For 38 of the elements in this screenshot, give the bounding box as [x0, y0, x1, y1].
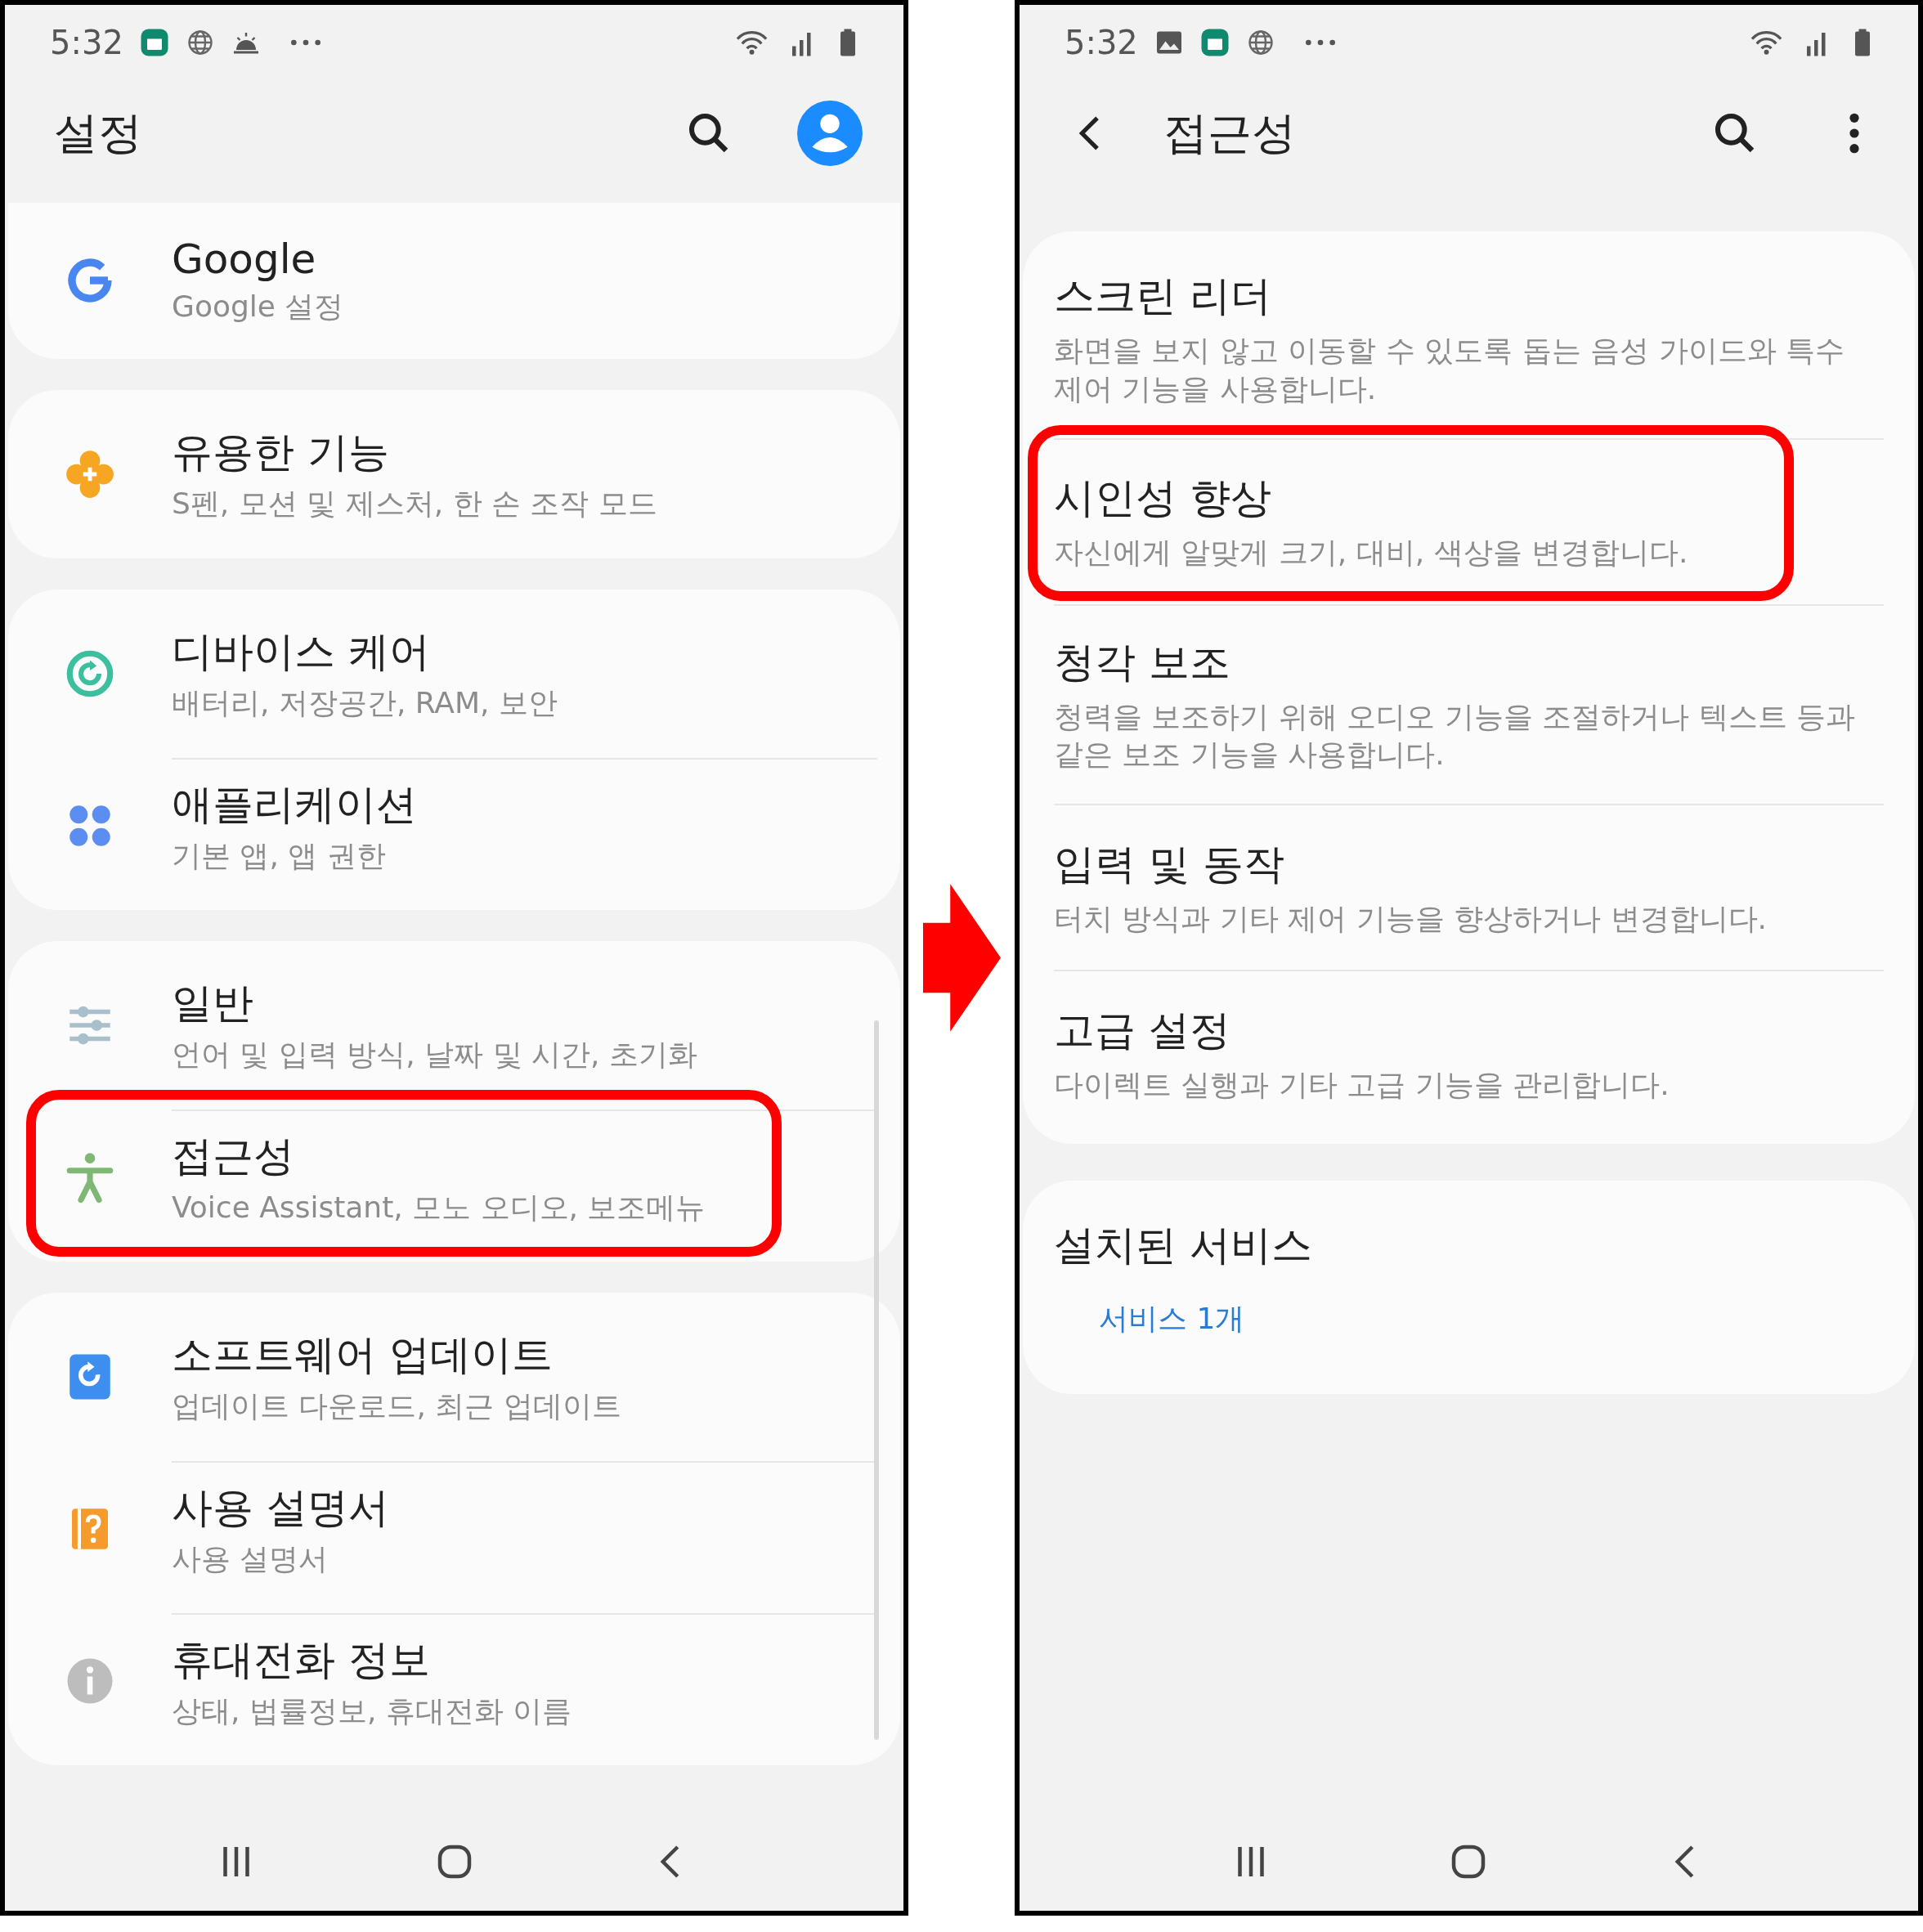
item-status: 서비스 1개 [1097, 1300, 1246, 1337]
item-title[interactable]: 고급 설정 [1053, 1002, 1230, 1058]
arrow-icon [922, 882, 1001, 1033]
item-title[interactable]: 휴대전화 정보 [172, 1632, 430, 1688]
item-description: 화면을 보지 않고 이동할 수 있도록 돕는 음성 가이드와 특수 제어 기능을 사용합니다. [1053, 333, 1845, 407]
item-description: 사용 설명서 [172, 1540, 329, 1577]
item-description: 자신에게 알맞게 크기, 대비, 색상을 변경합니다. [1053, 535, 1688, 572]
item-title[interactable]: 사용 설명서 [172, 1480, 389, 1535]
item-title[interactable]: 디바이스 케어 [172, 624, 430, 679]
item-title[interactable]: 청각 보조 [1053, 634, 1230, 690]
item-description: 청력을 보조하기 위해 오디오 기능을 조절하거나 텍스트 등과 같은 보조 기능을 사용합니다. [1053, 698, 1857, 773]
calendar-icon [1199, 28, 1230, 57]
item-title[interactable]: Google [172, 235, 316, 283]
item-description: 업데이트 다운로드, 최근 업데이트 [172, 1387, 621, 1424]
item-title[interactable]: 접근성 [172, 1128, 294, 1184]
status-time: 5:32 [1064, 24, 1138, 61]
item-title[interactable]: 일반 [172, 975, 253, 1031]
item-description: 다이렉트 실행과 기타 고급 기능을 관리합니다. [1053, 1066, 1670, 1103]
item-description: Google 설정 [172, 289, 344, 325]
item-description: S펜, 모션 및 제스처, 한 손 조작 모드 [172, 485, 657, 522]
item-description: 상태, 법률정보, 휴대전화 이름 [172, 1692, 572, 1729]
screen-title: 접근성 [1163, 105, 1296, 160]
item-description: Voice Assistant, 모노 오디오, 보조메뉴 [172, 1189, 706, 1226]
item-title[interactable]: 입력 및 동작 [1053, 836, 1284, 892]
item-title[interactable]: 스크린 리더 [1053, 269, 1271, 324]
item-title[interactable]: 애플리케이션 [172, 777, 417, 832]
item-title[interactable]: 시인성 향상 [1053, 471, 1271, 527]
item-description: 터치 방식과 기타 제어 기능을 향상하거나 변경합니다. [1053, 900, 1768, 937]
profile-avatar-icon[interactable] [797, 101, 863, 166]
status-time: 5:32 [50, 24, 123, 61]
item-title[interactable]: 소프트웨어 업데이트 [172, 1327, 553, 1383]
item-description: 언어 및 입력 방식, 날짜 및 시간, 초기화 [172, 1036, 697, 1073]
item-description: 배터리, 저장공간, RAM, 보안 [172, 684, 558, 721]
screen-title: 설정 [54, 105, 142, 160]
item-title[interactable]: 설치된 서비스 [1053, 1218, 1312, 1274]
item-description: 기본 앱, 앱 권한 [172, 837, 386, 874]
item-title[interactable]: 유용한 기능 [172, 424, 389, 480]
calendar-icon [139, 28, 169, 57]
